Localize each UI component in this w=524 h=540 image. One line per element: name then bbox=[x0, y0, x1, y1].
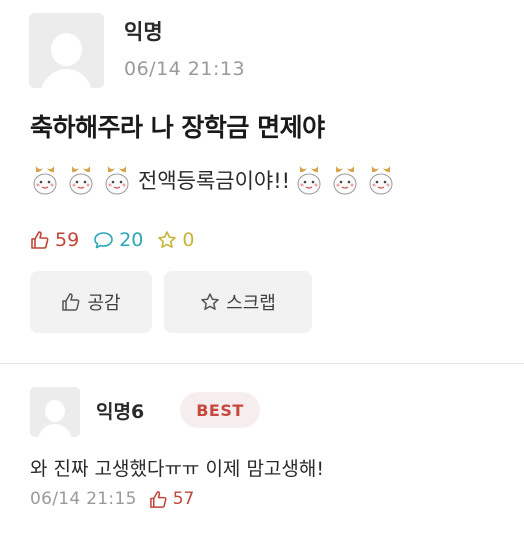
post: 익명 06/14 21:13 축하해주라 나 장학금 면제야 전액등록금이야!!… bbox=[0, 0, 524, 364]
scrap-button[interactable]: 스크랩 bbox=[164, 271, 312, 333]
comment-item: 익명6 BEST 와 진짜 고생했다ㅠㅠ 이제 맘고생해! 06/14 21:1… bbox=[0, 364, 524, 540]
celebrating-character-emoji bbox=[66, 164, 96, 196]
comment-like-count: 57 bbox=[172, 489, 195, 509]
comment-like[interactable]: 57 bbox=[149, 489, 195, 509]
post-content-text: 전액등록금이야!! bbox=[138, 169, 291, 193]
thumbs-up-icon bbox=[149, 490, 167, 508]
comment-meta: 06/14 21:15 57 bbox=[30, 489, 194, 509]
like-button[interactable]: 공감 bbox=[30, 271, 152, 333]
celebrating-character-emoji bbox=[330, 164, 360, 196]
like-count-value: 59 bbox=[55, 229, 80, 251]
star-icon bbox=[158, 231, 177, 248]
star-icon bbox=[201, 293, 219, 310]
post-title: 축하해주라 나 장학금 면제야 bbox=[30, 113, 325, 142]
post-time: 06/14 21:13 bbox=[124, 58, 246, 80]
celebrating-character-emoji bbox=[294, 164, 324, 196]
post-stats: 59 20 0 bbox=[30, 229, 208, 251]
like-count: 59 bbox=[30, 229, 79, 251]
like-button-label: 공감 bbox=[87, 293, 121, 314]
comment-count-value: 20 bbox=[119, 229, 144, 251]
comment-text: 와 진짜 고생했다ㅠㅠ 이제 맘고생해! bbox=[30, 458, 324, 480]
celebrating-character-emoji bbox=[366, 164, 396, 196]
comment-count: 20 bbox=[93, 229, 143, 251]
scrap-count: 0 bbox=[157, 229, 194, 251]
comment-time: 06/14 21:15 bbox=[30, 489, 137, 509]
post-author: 익명 bbox=[124, 20, 163, 44]
thumbs-up-icon bbox=[62, 293, 80, 311]
author-avatar bbox=[29, 13, 104, 88]
thumbs-up-icon bbox=[31, 231, 49, 249]
scrap-count-value: 0 bbox=[182, 229, 195, 251]
celebrating-character-emoji bbox=[102, 164, 132, 196]
comment-author: 익명6 bbox=[96, 401, 145, 423]
commenter-avatar bbox=[30, 387, 80, 437]
post-content: 전액등록금이야!! bbox=[30, 160, 402, 200]
best-badge: BEST bbox=[180, 392, 260, 428]
scrap-button-label: 스크랩 bbox=[226, 293, 276, 314]
celebrating-character-emoji bbox=[30, 164, 60, 196]
speech-bubble-icon bbox=[94, 232, 113, 249]
